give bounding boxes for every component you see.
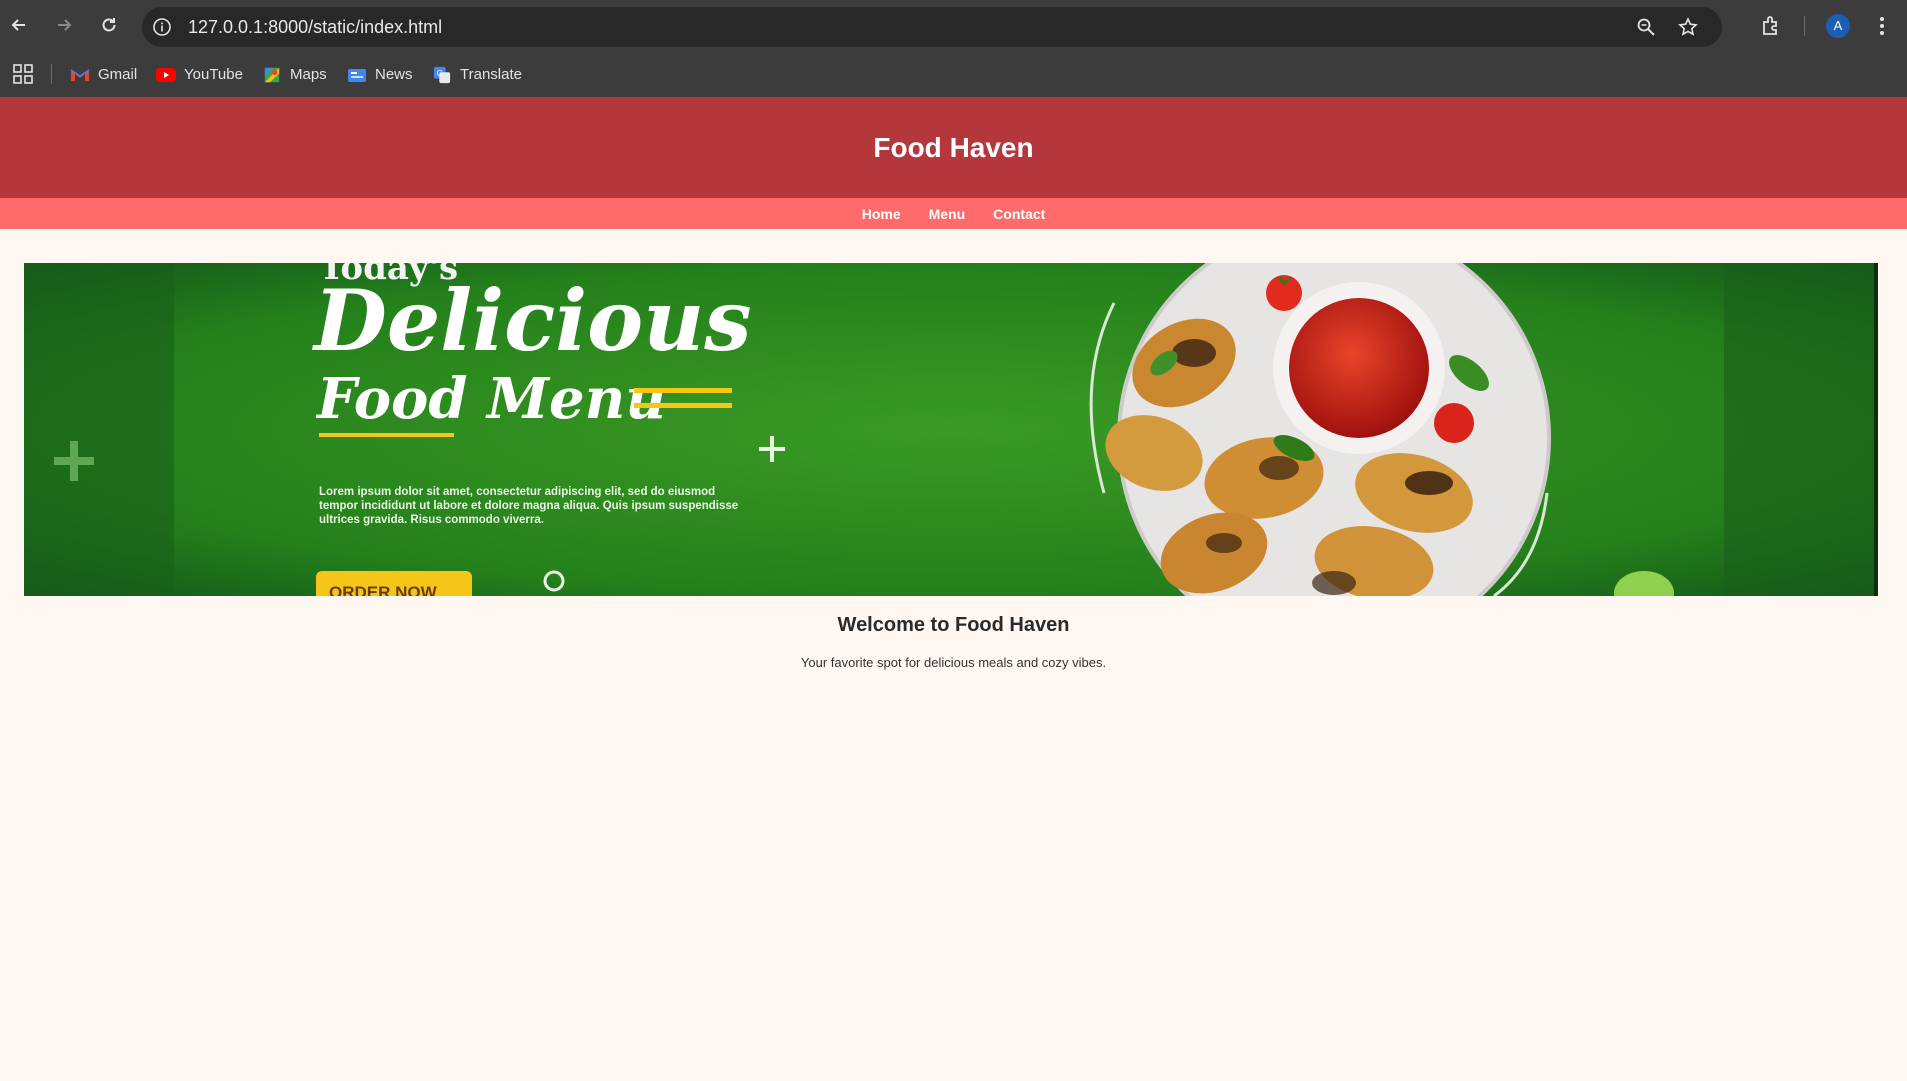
welcome-tagline: Your favorite spot for delicious meals a…: [800, 655, 1107, 670]
banner-text-delicious: Delicious: [312, 271, 752, 370]
bookmark-youtube[interactable]: YouTube: [156, 52, 243, 97]
bookmark-maps[interactable]: Maps: [262, 52, 327, 97]
reload-icon: [102, 18, 116, 32]
site-title: Food Haven: [873, 131, 1034, 163]
translate-icon: G: [433, 66, 451, 83]
banner-body-text: Lorem ipsum dolor sit amet, consectetur …: [319, 486, 739, 526]
nav-link-home[interactable]: Home: [862, 206, 901, 222]
zoom-icon[interactable]: [1636, 17, 1656, 37]
more-menu-icon[interactable]: [1872, 14, 1892, 38]
bookmark-label: News: [375, 66, 413, 83]
extensions-icon[interactable]: [1760, 14, 1784, 38]
bookmarks-bar: Gmail YouTube Maps News G Translate: [0, 52, 1907, 98]
reload-button[interactable]: [95, 11, 123, 39]
bookmark-label: Gmail: [98, 66, 138, 83]
toolbar-divider: [1804, 16, 1805, 36]
nav-link-menu[interactable]: Menu: [929, 206, 966, 222]
nav-link-contact[interactable]: Contact: [993, 206, 1045, 222]
maps-icon: [264, 67, 280, 82]
bookmark-label: Translate: [460, 66, 522, 83]
bookmark-label: YouTube: [184, 66, 243, 83]
youtube-icon: [156, 67, 176, 82]
bookmark-star-icon[interactable]: [1678, 17, 1698, 37]
forward-button[interactable]: [50, 11, 78, 39]
bookmark-news[interactable]: News: [347, 52, 413, 97]
bookmarks-divider: [51, 64, 52, 84]
forward-arrow-icon: [58, 19, 72, 31]
news-icon: [348, 68, 366, 82]
welcome-heading: Welcome to Food Haven: [837, 614, 1070, 636]
hero-banner-image: Today's Delicious Food Menu Lorem ipsum …: [24, 263, 1878, 596]
banner-graphic: Today's Delicious Food Menu Lorem ipsum …: [24, 263, 1878, 596]
apps-grid-icon[interactable]: [12, 63, 34, 85]
svg-text:G: G: [437, 68, 443, 77]
site-header: Food Haven: [0, 97, 1907, 198]
bookmark-label: Maps: [290, 66, 327, 83]
back-arrow-icon: [11, 19, 25, 31]
back-button[interactable]: [5, 11, 33, 39]
address-bar[interactable]: 127.0.0.1:8000/static/index.html: [142, 7, 1722, 47]
gmail-icon: [70, 68, 90, 81]
banner-order-now: ORDER NOW: [329, 583, 438, 596]
banner-text-food-menu: Food Menu: [315, 366, 666, 432]
url-text[interactable]: 127.0.0.1:8000/static/index.html: [188, 7, 442, 47]
browser-toolbar: 127.0.0.1:8000/static/index.html A: [0, 0, 1907, 52]
profile-avatar[interactable]: A: [1826, 14, 1850, 38]
site-info-icon[interactable]: [152, 17, 172, 37]
bookmark-translate[interactable]: G Translate: [432, 52, 522, 97]
site-nav: Home Menu Contact: [0, 198, 1907, 229]
bookmark-gmail[interactable]: Gmail: [70, 52, 137, 97]
